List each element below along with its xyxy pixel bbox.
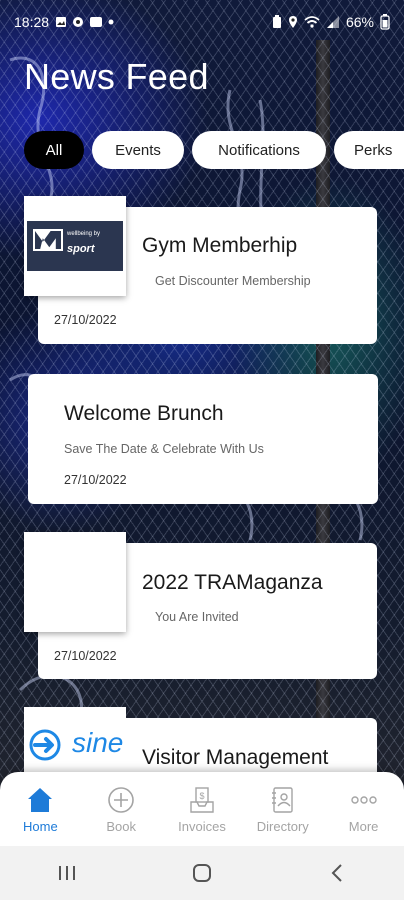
news-card-gym[interactable]: wellbeing by sport Gym Memberhip Get Dis…: [24, 196, 377, 344]
status-time: 18:28: [14, 14, 50, 30]
logo-text-wellbeing: wellbeing by: [67, 231, 101, 237]
nav-label: More: [348, 818, 379, 834]
nav-directory[interactable]: Directory: [243, 785, 323, 834]
card-date: 27/10/2022: [54, 649, 117, 663]
card-title: Visitor Management: [142, 746, 329, 769]
wifi-icon: [304, 16, 320, 28]
card-subtitle: Get Discounter Membership: [155, 274, 311, 288]
recents-button[interactable]: [37, 864, 97, 882]
wellbeing-sport-logo: wellbeing by sport: [27, 221, 123, 271]
battery-icon: [380, 14, 390, 30]
nav-label: Home: [23, 818, 58, 834]
more-dots-icon: [350, 795, 377, 804]
nav-book[interactable]: Book: [81, 785, 161, 834]
nav-home[interactable]: Home: [0, 785, 80, 834]
system-home-button[interactable]: [172, 862, 232, 884]
system-nav-bar: [0, 846, 404, 900]
news-card-visitor-management[interactable]: sine Visitor Management: [24, 707, 377, 778]
filter-chip-notifications[interactable]: Notifications: [192, 131, 326, 169]
filter-chip-perks[interactable]: Perks: [334, 131, 404, 169]
app-icon: [90, 17, 103, 27]
filter-chip-events[interactable]: Events: [92, 131, 184, 169]
gym-logo-thumb: wellbeing by sport: [24, 196, 126, 296]
battery-saver-icon: [272, 15, 281, 28]
back-icon: [331, 864, 342, 882]
nav-more[interactable]: More: [324, 785, 404, 834]
signal-icon: [326, 16, 339, 28]
card-title: 2022 TRAMaganza: [142, 571, 323, 594]
card-title: Welcome Brunch: [64, 402, 224, 425]
card-date: 27/10/2022: [64, 473, 127, 487]
nav-label: Directory: [256, 818, 309, 834]
directory-book-icon: [271, 786, 293, 813]
svg-text:$: $: [199, 791, 204, 801]
soccer-icon: [73, 17, 84, 27]
bottom-nav: Home Book $ Invoices Directory More: [0, 772, 404, 846]
notification-icons: [55, 16, 114, 28]
nav-invoices[interactable]: $ Invoices: [162, 785, 242, 834]
filter-chip-all[interactable]: All: [24, 131, 84, 169]
invoice-tray-icon: $: [190, 786, 214, 813]
logo-text-sport: sport: [67, 243, 95, 255]
card-date: 27/10/2022: [54, 313, 117, 327]
sine-logo-text: sine: [72, 727, 124, 758]
battery-percent: 66%: [345, 14, 374, 30]
card-subtitle: You Are Invited: [155, 610, 239, 624]
card-subtitle: Save The Date & Celebrate With Us: [64, 442, 264, 456]
gallery-icon: [56, 17, 67, 27]
nav-label: Book: [106, 818, 136, 834]
news-card-tramaganza[interactable]: 2022 TRAMaganza You Are Invited 27/10/20…: [24, 532, 377, 679]
page-title: News Feed: [24, 56, 209, 97]
status-bar: 18:28 66%: [0, 0, 404, 44]
sine-logo-thumb: sine: [24, 707, 126, 777]
filter-chips: All Events Notifications Perks: [24, 131, 404, 169]
recents-icon: [59, 866, 76, 880]
news-card-welcome-brunch[interactable]: Welcome Brunch Save The Date & Celebrate…: [28, 374, 378, 504]
home-icon: [28, 787, 53, 812]
back-button[interactable]: [307, 863, 367, 883]
card-title: Gym Memberhip: [142, 234, 298, 257]
tramaganza-thumb: [24, 532, 126, 632]
dot-icon: [108, 19, 114, 25]
plus-circle-icon: [108, 786, 134, 813]
nav-label: Invoices: [178, 818, 226, 834]
location-icon: [288, 16, 297, 28]
system-home-icon: [192, 864, 211, 882]
